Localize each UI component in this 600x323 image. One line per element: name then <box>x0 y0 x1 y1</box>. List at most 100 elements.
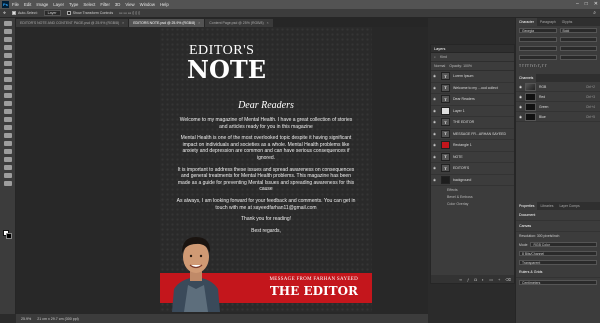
blend-mode-dropdown[interactable]: Normal <box>434 64 445 68</box>
maximize-button[interactable]: □ <box>585 1 588 7</box>
gradient-tool-icon[interactable] <box>4 117 12 122</box>
move-tool-icon[interactable] <box>4 21 12 26</box>
menu-view[interactable]: View <box>125 2 134 7</box>
auto-select-checkbox[interactable] <box>12 11 17 15</box>
auto-select-dropdown[interactable]: Layer <box>43 10 61 16</box>
menu-image[interactable]: Image <box>36 2 48 7</box>
menu-window[interactable]: Window <box>140 2 155 7</box>
menu-layer[interactable]: Layer <box>53 2 64 7</box>
menu-3d[interactable]: 3D <box>115 2 121 7</box>
eyedropper-tool-icon[interactable] <box>4 69 12 74</box>
tab-properties[interactable]: Properties <box>516 202 538 210</box>
layer-row[interactable]: ◉ T NOTE <box>431 152 514 163</box>
eye-icon[interactable]: ◉ <box>519 105 522 109</box>
auto-select-toggle[interactable]: Auto-Select: <box>12 11 38 15</box>
type-tool-icon[interactable] <box>4 149 12 154</box>
link-icon[interactable]: ∞ <box>459 277 462 282</box>
layer-effects-row[interactable]: Effects <box>431 186 514 193</box>
layer-row[interactable]: ◉ T THE EDITOR <box>431 117 514 129</box>
font-family-dropdown[interactable]: Georgia <box>519 28 557 33</box>
eye-icon[interactable]: ◉ <box>519 95 522 99</box>
tab-editors-note-and-content[interactable]: EDITOR'S NOTE AND CONTENT PAGE.psd @ 25.… <box>16 19 130 27</box>
tab-libraries[interactable]: Libraries <box>537 202 556 210</box>
background-color-swatch[interactable] <box>6 233 12 239</box>
history-brush-tool-icon[interactable] <box>4 101 12 106</box>
eye-icon[interactable]: ◉ <box>433 155 438 159</box>
search-icon[interactable]: ⌕ <box>593 10 596 16</box>
marquee-tool-icon[interactable] <box>4 29 12 34</box>
minimize-button[interactable]: – <box>576 1 579 7</box>
eye-icon[interactable]: ◉ <box>433 97 438 101</box>
new-layer-icon[interactable]: + <box>498 277 500 282</box>
eye-icon[interactable]: ◉ <box>433 166 438 170</box>
layers-panel-title[interactable]: Layers <box>431 45 514 53</box>
show-transform-checkbox[interactable] <box>66 11 71 15</box>
hand-tool-icon[interactable] <box>4 173 12 178</box>
tab-paragraph[interactable]: Paragraph <box>537 18 559 26</box>
layer-filter-dropdown[interactable]: Kind <box>440 55 447 59</box>
channel-row[interactable]: ◉ Green Ctrl+4 <box>516 102 600 112</box>
mode-dropdown[interactable]: RGB Color <box>530 242 597 247</box>
eye-icon[interactable]: ◉ <box>519 85 522 89</box>
layer-effect-color-overlay[interactable]: Color Overlay <box>431 200 514 207</box>
pen-tool-icon[interactable] <box>4 141 12 146</box>
adjustment-icon[interactable]: ◐ <box>482 277 484 282</box>
ruler-units-dropdown[interactable]: Centimeters <box>519 280 597 285</box>
trash-icon[interactable]: ⌫ <box>505 277 511 282</box>
horizontal-scale-field[interactable] <box>559 55 597 60</box>
text-style-buttons[interactable]: T T TT Tt T¹ T₁ T T <box>519 64 547 68</box>
canvas-section-label[interactable]: Canvas <box>516 221 600 232</box>
close-tab-icon[interactable]: × <box>122 21 124 25</box>
font-style-dropdown[interactable]: Bold <box>559 28 597 33</box>
layer-row[interactable]: ◉ T Lorem Ipsum <box>431 71 514 83</box>
layer-effect-bevel[interactable]: Bevel & Emboss <box>431 193 514 200</box>
layer-row[interactable]: ◉ background <box>431 175 514 186</box>
eye-icon[interactable]: ◉ <box>433 74 438 78</box>
lasso-tool-icon[interactable] <box>4 37 12 42</box>
tab-editors-note[interactable]: EDITORS NOTE.psd @ 25.9% (RGB/8) × <box>129 19 206 27</box>
channel-row[interactable]: ◉ RGB Ctrl+2 <box>516 82 600 92</box>
layer-row[interactable]: ◉ T MESSAGE FR...ARHAN SAYEED <box>431 129 514 140</box>
tab-character[interactable]: Character <box>516 18 537 26</box>
brush-tool-icon[interactable] <box>4 85 12 90</box>
layer-row[interactable]: ◉ T Welcome to my ...ood collect <box>431 83 514 94</box>
move-tool-icon[interactable]: ✥ <box>3 11 6 15</box>
eye-icon[interactable]: ◉ <box>433 109 438 113</box>
crop-tool-icon[interactable] <box>4 53 12 58</box>
zoom-level[interactable]: 25.9% <box>21 317 31 321</box>
frame-tool-icon[interactable] <box>4 61 12 66</box>
menu-edit[interactable]: Edit <box>24 2 31 7</box>
canvas-area[interactable]: EDITOR'S NOTE Dear Readers Welcome to my… <box>16 27 428 314</box>
fill-dropdown[interactable]: Transparent <box>519 260 597 265</box>
dodge-tool-icon[interactable] <box>4 133 12 138</box>
menu-help[interactable]: Help <box>160 2 169 7</box>
eye-icon[interactable]: ◉ <box>433 86 438 90</box>
leading-field[interactable] <box>559 37 597 42</box>
search-icon[interactable]: ⌕ <box>434 55 436 59</box>
clone-stamp-tool-icon[interactable] <box>4 93 12 98</box>
shape-tool-icon[interactable] <box>4 165 12 170</box>
close-button[interactable]: ✕ <box>594 1 598 7</box>
layer-row[interactable]: ◉ T Dear Readers <box>431 94 514 106</box>
document-canvas[interactable]: EDITOR'S NOTE Dear Readers Welcome to my… <box>160 27 372 312</box>
tab-layer-comps[interactable]: Layer Comps <box>556 202 582 210</box>
bit-depth-dropdown[interactable]: 8 Bits/Channel <box>519 251 597 256</box>
channel-row[interactable]: ◉ Red Ctrl+3 <box>516 92 600 102</box>
show-transform-toggle[interactable]: Show Transform Controls <box>66 11 113 15</box>
eye-icon[interactable]: ◉ <box>519 115 522 119</box>
zoom-tool-icon[interactable] <box>4 181 12 186</box>
rulers-section-label[interactable]: Rulers & Grids <box>516 267 600 278</box>
vertical-scale-field[interactable] <box>519 55 557 60</box>
menu-select[interactable]: Select <box>83 2 95 7</box>
fx-icon[interactable]: ƒ <box>467 277 469 282</box>
tab-glyphs[interactable]: Glyphs <box>559 18 576 26</box>
font-size-field[interactable] <box>519 37 557 42</box>
layer-row[interactable]: ◉ Rectangle 1 <box>431 140 514 152</box>
eraser-tool-icon[interactable] <box>4 109 12 114</box>
folder-icon[interactable]: ▭ <box>489 277 493 282</box>
menu-file[interactable]: File <box>12 2 19 7</box>
menu-filter[interactable]: Filter <box>100 2 110 7</box>
eye-icon[interactable]: ◉ <box>433 120 438 124</box>
healing-brush-tool-icon[interactable] <box>4 77 12 82</box>
path-selection-tool-icon[interactable] <box>4 157 12 162</box>
